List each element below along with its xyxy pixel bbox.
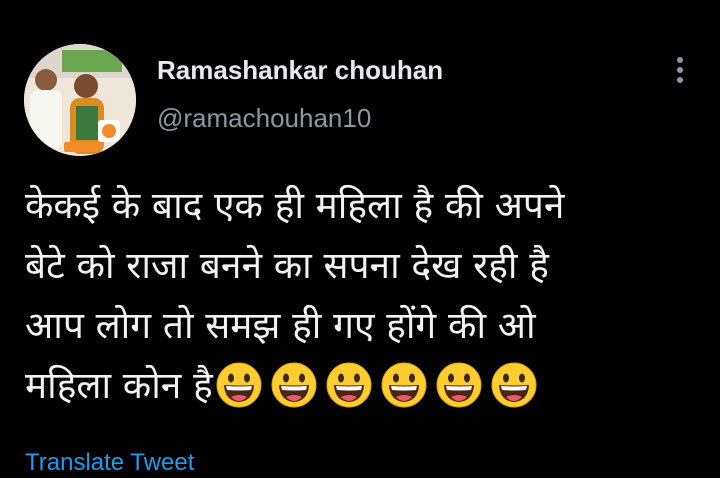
grinning-face-icon (490, 361, 538, 409)
avatar-photo (24, 44, 136, 156)
tweet-text-line: बेटे को राजा बनने का सपना देख रही है (25, 244, 549, 287)
tweet[interactable]: Ramashankar chouhan @ramachouhan10 केकई … (0, 0, 720, 476)
author-display-name[interactable]: Ramashankar chouhan (157, 54, 443, 86)
translate-tweet-link[interactable]: Translate Tweet (25, 448, 194, 478)
tweet-text: केकई के बाद एक ही महिला है की अपने बेटे … (25, 176, 705, 416)
emoji-row (215, 354, 545, 414)
grinning-face-icon (380, 361, 428, 409)
tweet-text-line: महिला कोन है (25, 364, 213, 407)
tweet-text-line: केकई के बाद एक ही महिला है की अपने (25, 184, 565, 227)
more-options-button[interactable] (664, 52, 696, 88)
tweet-text-line: आप लोग तो समझ ही गए होंगे की ओ (25, 304, 536, 347)
grinning-face-icon (435, 361, 483, 409)
tweet-text-last-line: महिला कोन है (25, 356, 705, 416)
more-vertical-icon (677, 57, 683, 83)
grinning-face-icon (270, 361, 318, 409)
grinning-face-icon (215, 361, 263, 409)
grinning-face-icon (325, 361, 373, 409)
author-handle[interactable]: @ramachouhan10 (157, 102, 371, 134)
avatar[interactable] (24, 44, 136, 156)
